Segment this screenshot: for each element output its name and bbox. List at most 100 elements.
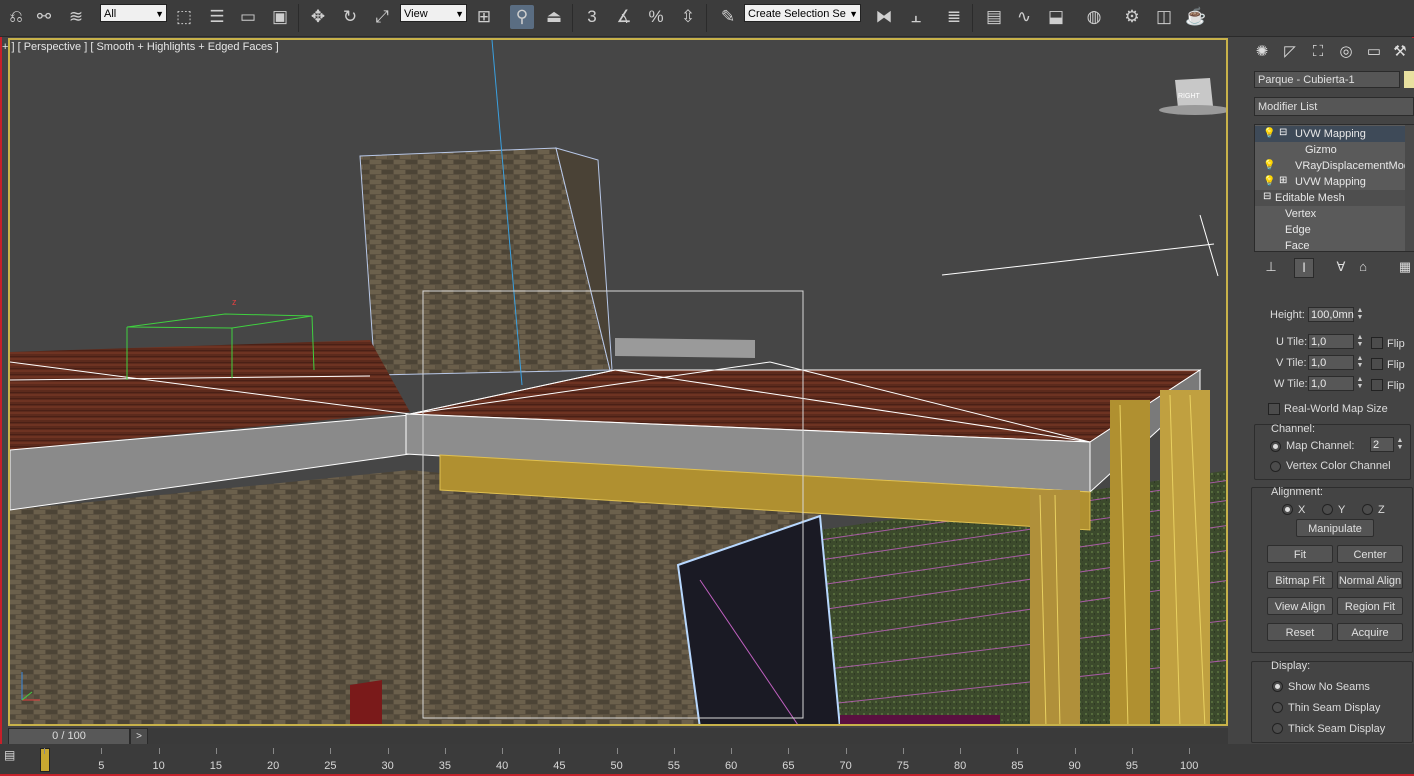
w-tile-spinner[interactable]: 1,0 [1308, 376, 1354, 391]
spinner-arrows-icon[interactable]: ▲ ▼ [1356, 334, 1364, 349]
object-color-swatch[interactable] [1404, 71, 1414, 88]
stack-item-vray-displacement[interactable]: VRayDisplacementMod [1255, 158, 1414, 174]
link-icon[interactable]: ⚯ [32, 5, 56, 29]
display-tab-icon[interactable]: ▭ [1362, 40, 1386, 64]
show-end-result-icon[interactable]: Ⅰ [1294, 258, 1314, 278]
command-panel: ✺ ◸ ⛶ ◎ ▭ ⚒ Parque - Cubierta-1 Modifier… [1246, 38, 1414, 760]
lightbulb-icon[interactable]: 💡 [1263, 160, 1275, 171]
pin-stack-icon[interactable]: ⊥ [1262, 258, 1280, 276]
stack-item-vertex[interactable]: Vertex [1255, 206, 1414, 222]
align-z-radio[interactable] [1362, 504, 1373, 515]
stack-item-gizmo[interactable]: Gizmo [1255, 142, 1414, 158]
select-by-name-icon[interactable]: ☰ [205, 5, 229, 29]
selection-filter-dropdown[interactable]: All ▼ [100, 4, 167, 22]
lightbulb-icon[interactable]: 💡 [1263, 176, 1275, 187]
center-button[interactable]: Center [1337, 545, 1403, 563]
perspective-viewport[interactable]: z RIGHT [8, 38, 1228, 726]
schematic-view-icon[interactable]: ⬓ [1044, 5, 1068, 29]
height-spinner[interactable]: 100,0mn [1308, 307, 1354, 322]
u-flip-checkbox[interactable] [1371, 337, 1383, 349]
bitmap-fit-button[interactable]: Bitmap Fit [1267, 571, 1333, 589]
stack-item-face[interactable]: Face [1255, 238, 1414, 251]
reset-button[interactable]: Reset [1267, 623, 1333, 641]
spinner-arrows-icon[interactable]: ▲ ▼ [1356, 355, 1364, 370]
spinner-arrows-icon[interactable]: ▲ ▼ [1356, 307, 1364, 322]
angle-snap-icon[interactable]: ∡ [612, 5, 636, 29]
next-frame-button[interactable]: > [130, 728, 148, 745]
real-world-checkbox[interactable] [1268, 403, 1280, 415]
view-align-button[interactable]: View Align [1267, 597, 1333, 615]
snap-toggle-icon[interactable]: 3 [580, 5, 604, 29]
mirror-icon[interactable]: ⧓ [872, 5, 896, 29]
fit-button[interactable]: Fit [1267, 545, 1333, 563]
collapse-icon[interactable]: ⊟ [1279, 127, 1287, 138]
curve-editor-icon[interactable]: ∿ [1012, 5, 1036, 29]
move-icon[interactable]: ✥ [306, 5, 330, 29]
graphite-ribbon-icon[interactable]: ▤ [982, 5, 1006, 29]
rendered-frame-icon[interactable]: ◫ [1152, 5, 1176, 29]
rotate-icon[interactable]: ↻ [338, 5, 362, 29]
remove-modifier-icon[interactable]: ⌂ [1354, 258, 1372, 276]
normal-align-button[interactable]: Normal Align [1337, 571, 1403, 589]
rect-region-icon[interactable]: ▭ [236, 5, 260, 29]
scale-icon[interactable]: ⤢ [370, 5, 394, 29]
w-flip-checkbox[interactable] [1371, 379, 1383, 391]
acquire-button[interactable]: Acquire [1337, 623, 1403, 641]
modifier-stack[interactable]: UVW Mapping Gizmo VRayDisplacementMod UV… [1254, 124, 1414, 252]
keyboard-shortcut-icon[interactable]: ⏏ [542, 5, 566, 29]
modifier-list-dropdown[interactable]: Modifier List [1254, 97, 1414, 116]
configure-sets-icon[interactable]: ▦ [1396, 258, 1414, 276]
map-channel-radio[interactable] [1270, 441, 1281, 452]
material-editor-icon[interactable]: ◍ [1082, 5, 1106, 29]
thick-seam-radio[interactable] [1272, 723, 1283, 734]
viewcube-label[interactable]: RIGHT [1178, 93, 1201, 100]
v-tile-spinner[interactable]: 1,0 [1308, 355, 1354, 370]
hierarchy-tab-icon[interactable]: ⛶ [1306, 40, 1330, 64]
curve-editor-mini-icon[interactable]: ▤ [4, 748, 20, 764]
expand-icon[interactable]: ⊞ [1279, 175, 1287, 186]
align-x-radio[interactable] [1282, 504, 1293, 515]
v-flip-checkbox[interactable] [1371, 358, 1383, 370]
collapse-icon[interactable]: ⊟ [1263, 191, 1271, 202]
stack-item-editable-mesh[interactable]: Editable Mesh [1255, 190, 1414, 206]
align-icon[interactable]: ⫠ [904, 5, 928, 29]
tick-label: 70 [839, 760, 852, 772]
modify-tab-icon[interactable]: ◸ [1278, 40, 1302, 64]
window-crossing-icon[interactable]: ▣ [268, 5, 292, 29]
viewport-label[interactable]: + ] [ Perspective ] [ Smooth + Highlight… [2, 41, 279, 53]
render-production-icon[interactable]: ☕ [1184, 5, 1208, 29]
layer-manager-icon[interactable]: ≣ [942, 5, 966, 29]
show-no-seams-radio[interactable] [1272, 681, 1283, 692]
spinner-arrows-icon[interactable]: ▲ ▼ [1396, 437, 1404, 452]
object-name-field[interactable]: Parque - Cubierta-1 [1254, 71, 1400, 88]
spinner-arrows-icon[interactable]: ▲ ▼ [1356, 376, 1364, 391]
create-tab-icon[interactable]: ✺ [1250, 40, 1274, 64]
main-toolbar: ⎌ ⚯ ≋ All ▼ ⬚ ☰ ▭ ▣ ✥ ↻ ⤢ View ▼ ⊞ ⚲ ⏏ 3… [0, 0, 1414, 37]
map-channel-spinner[interactable]: 2 [1370, 437, 1394, 452]
lightbulb-icon[interactable]: 💡 [1263, 128, 1275, 139]
motion-tab-icon[interactable]: ◎ [1334, 40, 1358, 64]
utilities-tab-icon[interactable]: ⚒ [1388, 40, 1412, 64]
percent-snap-icon[interactable]: % [644, 5, 668, 29]
u-tile-spinner[interactable]: 1,0 [1308, 334, 1354, 349]
select-manipulate-icon[interactable]: ⚲ [510, 5, 534, 29]
thin-seam-radio[interactable] [1272, 702, 1283, 713]
frame-counter[interactable]: 0 / 100 [8, 728, 130, 745]
manipulate-button[interactable]: Manipulate [1296, 519, 1374, 537]
ref-coord-dropdown[interactable]: View ▼ [400, 4, 467, 22]
stack-item-edge[interactable]: Edge [1255, 222, 1414, 238]
undo-icon[interactable]: ⎌ [4, 5, 28, 29]
time-slider[interactable]: 0 / 100 > [8, 728, 1228, 745]
render-setup-icon[interactable]: ⚙ [1120, 5, 1144, 29]
select-object-icon[interactable]: ⬚ [172, 5, 196, 29]
align-y-radio[interactable] [1322, 504, 1333, 515]
edit-named-selection-icon[interactable]: ✎ [716, 5, 740, 29]
bind-spacewarp-icon[interactable]: ≋ [64, 5, 88, 29]
named-selection-dropdown[interactable]: Create Selection Se ▼ [744, 4, 861, 22]
stack-scrollbar[interactable] [1405, 125, 1414, 251]
pivot-icon[interactable]: ⊞ [472, 5, 496, 29]
vertex-color-radio[interactable] [1270, 461, 1281, 472]
make-unique-icon[interactable]: ∀ [1332, 258, 1350, 276]
region-fit-button[interactable]: Region Fit [1337, 597, 1403, 615]
spinner-snap-icon[interactable]: ⇳ [676, 5, 700, 29]
